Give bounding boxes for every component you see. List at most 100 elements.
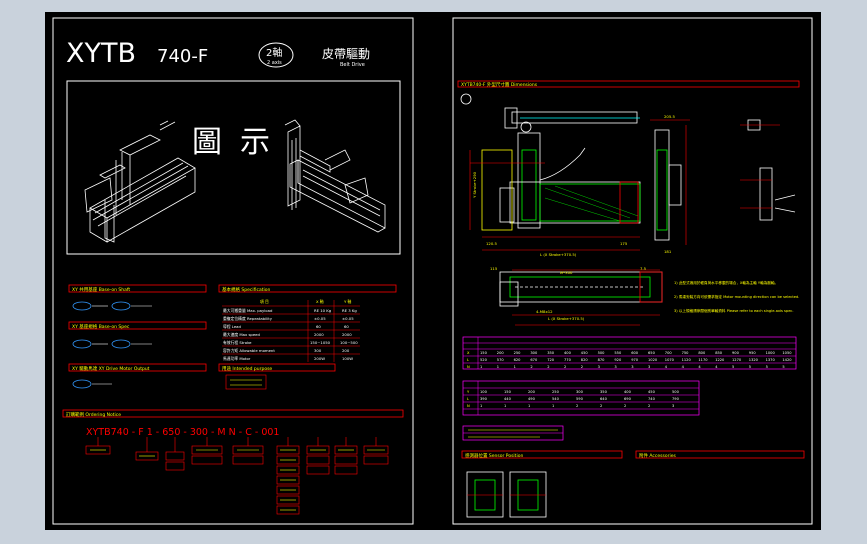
stroke_rows-cell: 1170 xyxy=(698,358,708,362)
stroke_rows-cell: 970 xyxy=(631,358,639,362)
stroke_rows-cell: 1420 xyxy=(782,358,792,362)
spec-row-2-y: ±0.05 xyxy=(342,316,354,321)
stroke_rows_y-cell: 740 xyxy=(648,397,656,401)
stroke_rows-cell: 850 xyxy=(715,351,723,355)
spec-row-2-x: ±0.05 xyxy=(314,316,326,321)
spec-row-1-y: RE 3 Kg xyxy=(342,308,357,313)
drive-title-en: Belt Drive xyxy=(340,62,365,68)
stroke_rows-cell: 750 xyxy=(682,351,690,355)
stroke_rows-cell: 900 xyxy=(732,351,740,355)
cad-drawing-canvas: XYTB 740-F 2軸 2 axis 皮帶驅動 Belt Drive 圖示 xyxy=(45,12,821,530)
ordering-code: XYTB740 - F 1 - 650 - 300 - M N - C - 00… xyxy=(86,427,279,438)
spec-row-7-label: 馬達功率 Motor xyxy=(223,356,251,361)
note-1: 1) 此型式適用於輕負荷水平移載的場合，X軸為主軸 Y軸為副軸。 xyxy=(674,280,778,285)
stroke_rows-cell: 1 xyxy=(480,365,482,369)
stroke_rows_y-cell: 690 xyxy=(624,397,632,401)
stroke_rows-cell: 1320 xyxy=(749,358,759,362)
spec-row-3-x: 60 xyxy=(316,324,321,329)
stroke_rows-cell: L xyxy=(467,358,469,362)
stroke_rows-cell: 5 xyxy=(766,365,768,369)
spec-row-5-x: 150~1050 xyxy=(310,340,331,345)
stroke_rows-cell: 1270 xyxy=(732,358,742,362)
stroke_rows-cell: 250 xyxy=(514,351,522,355)
stroke_rows-cell: 5 xyxy=(749,365,751,369)
stroke_rows-cell: 450 xyxy=(581,351,589,355)
sec-dims-title: XYTB740-F 外型尺寸圖 Dimensions xyxy=(461,81,538,88)
stroke_rows_y-cell: 1 xyxy=(504,404,506,408)
spec-row-6-label: 容許力矩 Allowable moment xyxy=(223,348,275,353)
sec-spec-title: 基本規格 Specification xyxy=(222,286,270,293)
stroke_rows_y-cell: 450 xyxy=(648,390,656,394)
stroke_rows_y-cell: 2 xyxy=(624,404,626,408)
stroke_rows-cell: 1050 xyxy=(782,351,792,355)
stroke_rows-cell: 5 xyxy=(732,365,734,369)
spec-row-4-x: 2000 xyxy=(314,332,324,337)
stroke_rows_y-cell: 1 xyxy=(480,404,482,408)
stroke_rows-cell: 600 xyxy=(631,351,639,355)
stroke_rows_y-cell: 3 xyxy=(672,404,674,408)
dim-8: 4-M8x12 xyxy=(536,309,553,314)
stroke_rows_y-cell: 200 xyxy=(528,390,536,394)
model-number: 740-F xyxy=(157,46,208,67)
stroke_rows-cell: 5 xyxy=(782,365,784,369)
stroke_rows-cell: 1370 xyxy=(766,358,776,362)
model-title: XYTB xyxy=(66,38,136,69)
stroke_rows-cell: 720 xyxy=(547,358,555,362)
stroke_rows_y-cell: 350 xyxy=(600,390,608,394)
note-3: 3) 以上規格請參閱個別單軸資料 Please refer to each si… xyxy=(674,308,794,313)
stroke_rows-cell: 520 xyxy=(480,358,488,362)
stroke_rows-cell: 500 xyxy=(598,351,606,355)
sec-purpose-title: 用途 Intended purpose xyxy=(222,365,272,372)
spec-row-2-label: 重複定位精度 Repeatability xyxy=(223,316,273,321)
stroke_rows-cell: 3 xyxy=(614,365,616,369)
axis-sub: 2 axis xyxy=(267,60,282,66)
stroke_rows_y-cell: 250 xyxy=(552,390,560,394)
stroke_rows_y-cell: 2 xyxy=(576,404,578,408)
axis-count: 2軸 xyxy=(266,46,282,59)
stroke_rows_y-cell: 2 xyxy=(648,404,650,408)
stroke_rows-cell: 820 xyxy=(581,358,589,362)
stroke_rows-cell: 670 xyxy=(530,358,538,362)
stroke_rows-cell: 550 xyxy=(614,351,622,355)
stroke_rows_y-cell: 150 xyxy=(504,390,512,394)
dim-6: 7.5 xyxy=(640,266,647,271)
stroke_rows-cell: 620 xyxy=(514,358,522,362)
dim-3: 175 xyxy=(620,241,628,246)
stroke_rows_y-cell: 1 xyxy=(528,404,530,408)
stroke_rows_y-cell: 790 xyxy=(672,397,680,401)
stroke_rows-cell: 920 xyxy=(614,358,622,362)
stroke_rows-cell: 700 xyxy=(665,351,673,355)
spec-row-3-label: 導程 Lead xyxy=(223,324,242,329)
stroke_rows-cell: 1220 xyxy=(715,358,725,362)
stroke_rows-cell: 2 xyxy=(564,365,566,369)
sec-base-shaft-title: XY 共用基座 Base-on Shaft xyxy=(72,286,130,293)
stroke_rows-cell: 870 xyxy=(598,358,606,362)
stroke_rows-cell: 1 xyxy=(514,365,516,369)
stroke_rows_y-cell: 500 xyxy=(672,390,680,394)
stroke_rows-cell: 1000 xyxy=(766,351,776,355)
sec-accessories-title: 附件 Accessories xyxy=(639,452,676,459)
stroke_rows_y-cell: 1 xyxy=(552,404,554,408)
stroke_rows-cell: 3 xyxy=(631,365,633,369)
drawing-sheet xyxy=(45,12,821,530)
dim-11: 181 xyxy=(664,249,672,254)
stroke_rows_y-cell: 490 xyxy=(528,397,536,401)
stroke_rows-cell: 1120 xyxy=(682,358,692,362)
spec-row-1-label: 最大可搬重量 Max. payload xyxy=(223,308,273,313)
spec-row-1-x: RE 10 Kg xyxy=(314,308,332,313)
spec-row-4-y: 2000 xyxy=(342,332,352,337)
stroke_rows-cell: 650 xyxy=(648,351,656,355)
stroke_rows_y-cell: 390 xyxy=(480,397,488,401)
sec-base-spec-title: XY 基座規格 Base-on Spec xyxy=(72,323,130,330)
note-2: 2) 馬達安裝方向可依需求指定 Motor mounting direction… xyxy=(674,294,799,299)
stroke_rows_y-cell: 540 xyxy=(552,397,560,401)
stroke_rows-cell: 350 xyxy=(547,351,555,355)
stroke_rows-cell: 1070 xyxy=(665,358,675,362)
stroke_rows_y-cell: 440 xyxy=(504,397,512,401)
stroke_rows-cell: 950 xyxy=(749,351,757,355)
stroke_rows-cell: 2 xyxy=(547,365,549,369)
stroke_rows-cell: 150 xyxy=(480,351,488,355)
spec-row-6-y: 200 xyxy=(342,348,350,353)
stroke_rows-cell: 2 xyxy=(530,365,532,369)
stroke_rows_y-cell: 400 xyxy=(624,390,632,394)
